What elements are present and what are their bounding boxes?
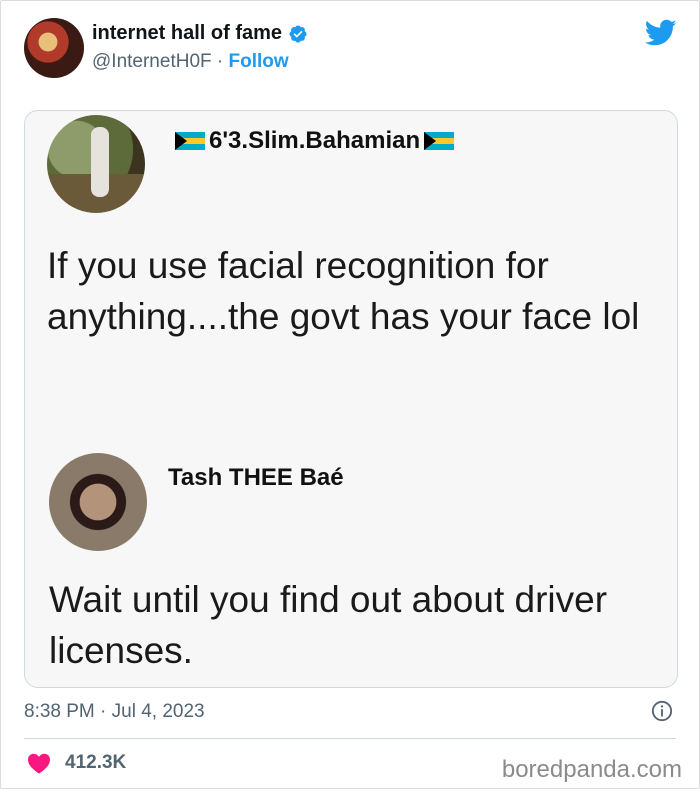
like-count[interactable]: 412.3K xyxy=(65,752,126,774)
separator: · xyxy=(216,51,224,72)
info-icon[interactable] xyxy=(651,700,673,722)
author-name[interactable]: internet hall of fame xyxy=(92,22,282,45)
bahamas-flag-icon xyxy=(424,132,455,150)
verified-icon xyxy=(289,24,307,43)
post-author-name: 6'3.Slim.Bahamian xyxy=(175,127,455,155)
author-handle-row: @InternetH0F · Follow xyxy=(92,51,289,73)
watermark: boredpanda.com xyxy=(501,756,682,783)
post-author-label: 6'3.Slim.Bahamian xyxy=(209,127,421,154)
reply-author-label: Tash THEE Baé xyxy=(168,464,344,491)
author-name-row[interactable]: internet hall of fame xyxy=(92,22,308,45)
tweet-timestamp[interactable]: 8:38 PM · Jul 4, 2023 xyxy=(24,701,205,723)
reply-avatar xyxy=(49,453,147,551)
follow-button[interactable]: Follow xyxy=(229,51,289,72)
heart-icon[interactable] xyxy=(27,752,51,774)
reply-author-name: Tash THEE Baé xyxy=(168,464,344,492)
embedded-screenshot[interactable]: 6'3.Slim.Bahamian If you use facial reco… xyxy=(24,110,678,688)
post-avatar xyxy=(47,115,145,213)
bahamas-flag-icon xyxy=(175,132,205,150)
author-avatar[interactable] xyxy=(24,18,84,78)
divider xyxy=(24,738,676,739)
tweet-card: internet hall of fame @InternetH0F · Fol… xyxy=(0,0,700,789)
twitter-bird-icon[interactable] xyxy=(645,19,677,47)
author-handle[interactable]: @InternetH0F xyxy=(92,51,212,72)
reply-text: Wait until you find out about driver lic… xyxy=(49,579,608,671)
post-text: If you use facial recognition for anythi… xyxy=(47,245,640,337)
